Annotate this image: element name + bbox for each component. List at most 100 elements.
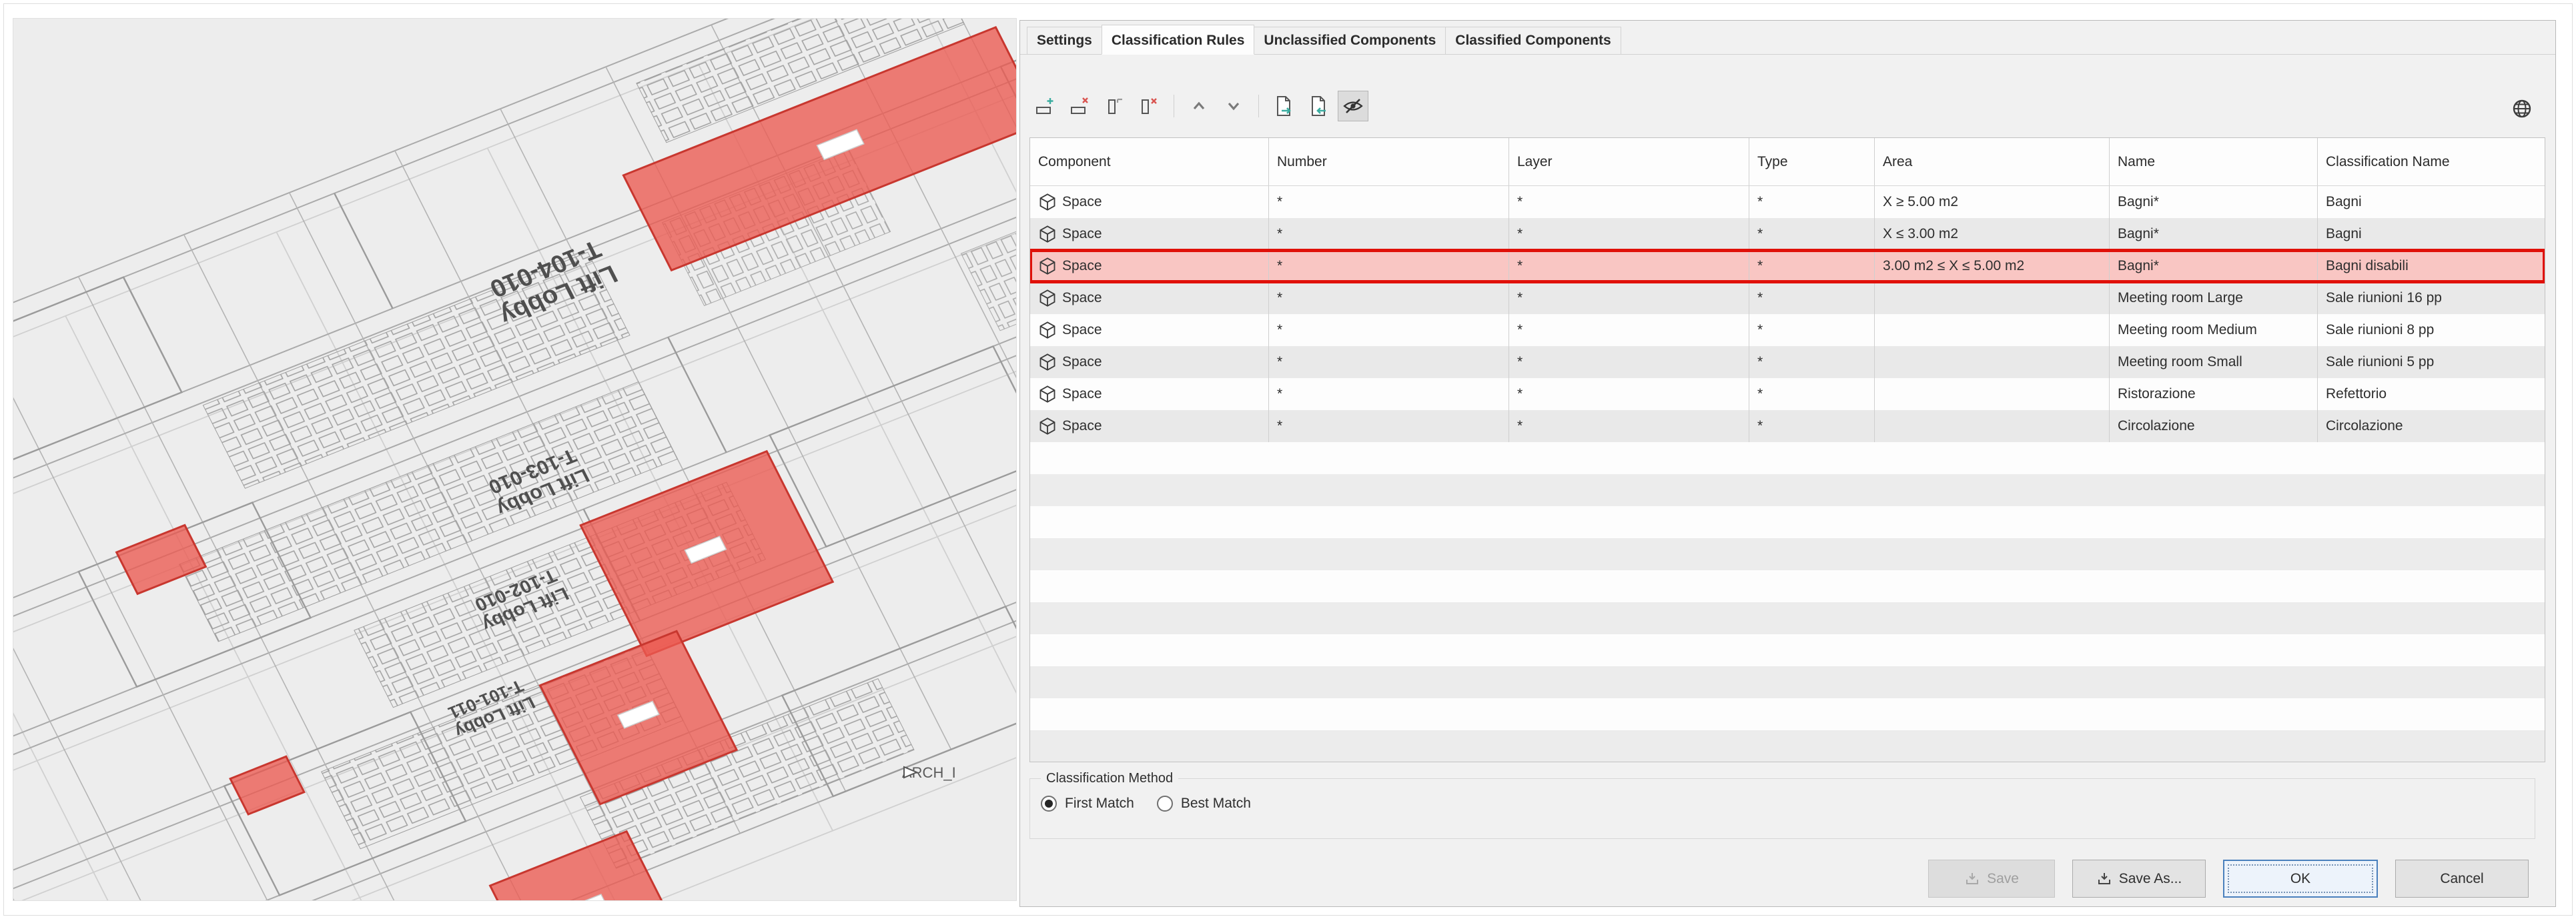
- first-match-radio[interactable]: First Match: [1041, 796, 1134, 812]
- empty-row: [1030, 634, 2545, 666]
- cell-number: *: [1269, 250, 1509, 282]
- flag-icon: [902, 764, 919, 780]
- cell-classification: Bagni: [2318, 186, 2545, 218]
- cell-number: *: [1269, 410, 1509, 442]
- tab-unclassified-components[interactable]: Unclassified Components: [1254, 27, 1446, 54]
- tab-settings[interactable]: Settings: [1027, 27, 1102, 54]
- document-export-icon: [1272, 95, 1295, 117]
- table-row[interactable]: Space * * * Circolazione Circolazione: [1030, 410, 2545, 442]
- cell-number: *: [1269, 186, 1509, 218]
- empty-row: [1030, 442, 2545, 474]
- remove-rule-icon: [1069, 95, 1090, 117]
- cell-name: Meeting room Large: [2110, 282, 2318, 314]
- cell-layer: *: [1509, 186, 1749, 218]
- space-cube-icon: [1038, 257, 1057, 275]
- cell-area: [1875, 378, 2110, 410]
- save-as-button[interactable]: Save As...: [2072, 860, 2206, 898]
- cell-component: Space: [1062, 186, 1102, 218]
- table-row[interactable]: Space * * * Meeting room Medium Sale riu…: [1030, 314, 2545, 346]
- empty-row: [1030, 698, 2545, 730]
- eye-slash-icon: [1342, 95, 1364, 117]
- save-as-icon: [2096, 871, 2112, 887]
- cell-name: Meeting room Small: [2110, 346, 2318, 378]
- add-column-button[interactable]: [1099, 91, 1130, 121]
- space-cube-icon: [1038, 193, 1057, 211]
- model-viewport[interactable]: Lift Lobby T-104-010 Lift Lobby T-103-01…: [13, 19, 1016, 900]
- cancel-button[interactable]: Cancel: [2395, 860, 2529, 898]
- ok-button[interactable]: OK: [2223, 860, 2378, 898]
- cell-area: [1875, 346, 2110, 378]
- space-cube-icon: [1038, 417, 1057, 435]
- cell-type: *: [1749, 314, 1875, 346]
- column-header[interactable]: Classification Name: [2318, 138, 2545, 185]
- space-cube-icon: [1038, 385, 1057, 403]
- table-row[interactable]: Space * * * X ≥ 5.00 m2 Bagni* Bagni: [1030, 186, 2545, 218]
- cell-name: Meeting room Medium: [2110, 314, 2318, 346]
- cell-type: *: [1749, 410, 1875, 442]
- cell-layer: *: [1509, 378, 1749, 410]
- dialog-buttons: Save Save As... OK Cancel: [1928, 860, 2529, 898]
- cell-area: [1875, 314, 2110, 346]
- space-cube-icon: [1038, 321, 1057, 339]
- tab-classification-rules[interactable]: Classification Rules: [1102, 25, 1255, 55]
- empty-row: [1030, 602, 2545, 634]
- remove-rule-button[interactable]: [1064, 91, 1095, 121]
- table-row[interactable]: Space * * * Ristorazione Refettorio: [1030, 378, 2545, 410]
- add-rule-icon: [1034, 95, 1055, 117]
- chevron-down-icon: [1223, 95, 1244, 117]
- cell-type: *: [1749, 378, 1875, 410]
- table-row[interactable]: Space * * * Meeting room Small Sale riun…: [1030, 346, 2545, 378]
- classification-method-group: Classification Method First Match Best M…: [1029, 771, 2535, 839]
- save-button[interactable]: Save: [1928, 860, 2055, 898]
- cell-name: Bagni*: [2110, 186, 2318, 218]
- table-header: Component Number Layer Type Area Name Cl…: [1030, 138, 2545, 186]
- first-match-label: First Match: [1065, 796, 1134, 812]
- cell-area: X ≤ 3.00 m2: [1875, 218, 2110, 250]
- cell-area: X ≥ 5.00 m2: [1875, 186, 2110, 218]
- column-header[interactable]: Type: [1749, 138, 1875, 185]
- help-button[interactable]: [2507, 94, 2537, 123]
- remove-column-button[interactable]: [1134, 91, 1164, 121]
- tab-classified-components[interactable]: Classified Components: [1445, 27, 1621, 54]
- add-rule-button[interactable]: [1029, 91, 1060, 121]
- toolbar-separator: [1258, 95, 1259, 117]
- empty-row: [1030, 506, 2545, 538]
- cell-number: *: [1269, 314, 1509, 346]
- move-up-button[interactable]: [1184, 91, 1214, 121]
- cell-number: *: [1269, 282, 1509, 314]
- column-header[interactable]: Name: [2110, 138, 2318, 185]
- column-header[interactable]: Number: [1269, 138, 1509, 185]
- cell-type: *: [1749, 218, 1875, 250]
- cell-layer: *: [1509, 410, 1749, 442]
- radio-icon: [1157, 796, 1173, 812]
- move-down-button[interactable]: [1218, 91, 1249, 121]
- highlight-toggle-button[interactable]: [1338, 91, 1368, 121]
- table-row[interactable]: Space * * * X ≤ 3.00 m2 Bagni* Bagni: [1030, 218, 2545, 250]
- export-rules-button[interactable]: [1303, 91, 1334, 121]
- column-header[interactable]: Layer: [1509, 138, 1749, 185]
- best-match-radio[interactable]: Best Match: [1157, 796, 1251, 812]
- cell-layer: *: [1509, 218, 1749, 250]
- cell-component: Space: [1062, 378, 1102, 410]
- space-cube-icon: [1038, 225, 1057, 243]
- radio-icon: [1041, 796, 1057, 812]
- cell-layer: *: [1509, 346, 1749, 378]
- table-row-selected[interactable]: Space * * * 3.00 m2 ≤ X ≤ 5.00 m2 Bagni*…: [1030, 250, 2545, 282]
- best-match-label: Best Match: [1181, 796, 1251, 812]
- cell-number: *: [1269, 378, 1509, 410]
- empty-row: [1030, 730, 2545, 762]
- empty-row: [1030, 474, 2545, 506]
- cell-component: Space: [1062, 410, 1102, 442]
- column-header[interactable]: Component: [1030, 138, 1269, 185]
- wireframe-model: [13, 19, 1016, 900]
- globe-icon: [2511, 97, 2533, 120]
- column-header[interactable]: Area: [1875, 138, 2110, 185]
- cell-type: *: [1749, 282, 1875, 314]
- classification-method-label: Classification Method: [1041, 771, 1178, 786]
- classification-dialog: Settings Classification Rules Unclassifi…: [1019, 20, 2556, 907]
- cell-classification: Refettorio: [2318, 378, 2545, 410]
- import-rules-button[interactable]: [1268, 91, 1299, 121]
- cell-classification: Sale riunioni 5 pp: [2318, 346, 2545, 378]
- cell-type: *: [1749, 346, 1875, 378]
- table-row[interactable]: Space * * * Meeting room Large Sale riun…: [1030, 282, 2545, 314]
